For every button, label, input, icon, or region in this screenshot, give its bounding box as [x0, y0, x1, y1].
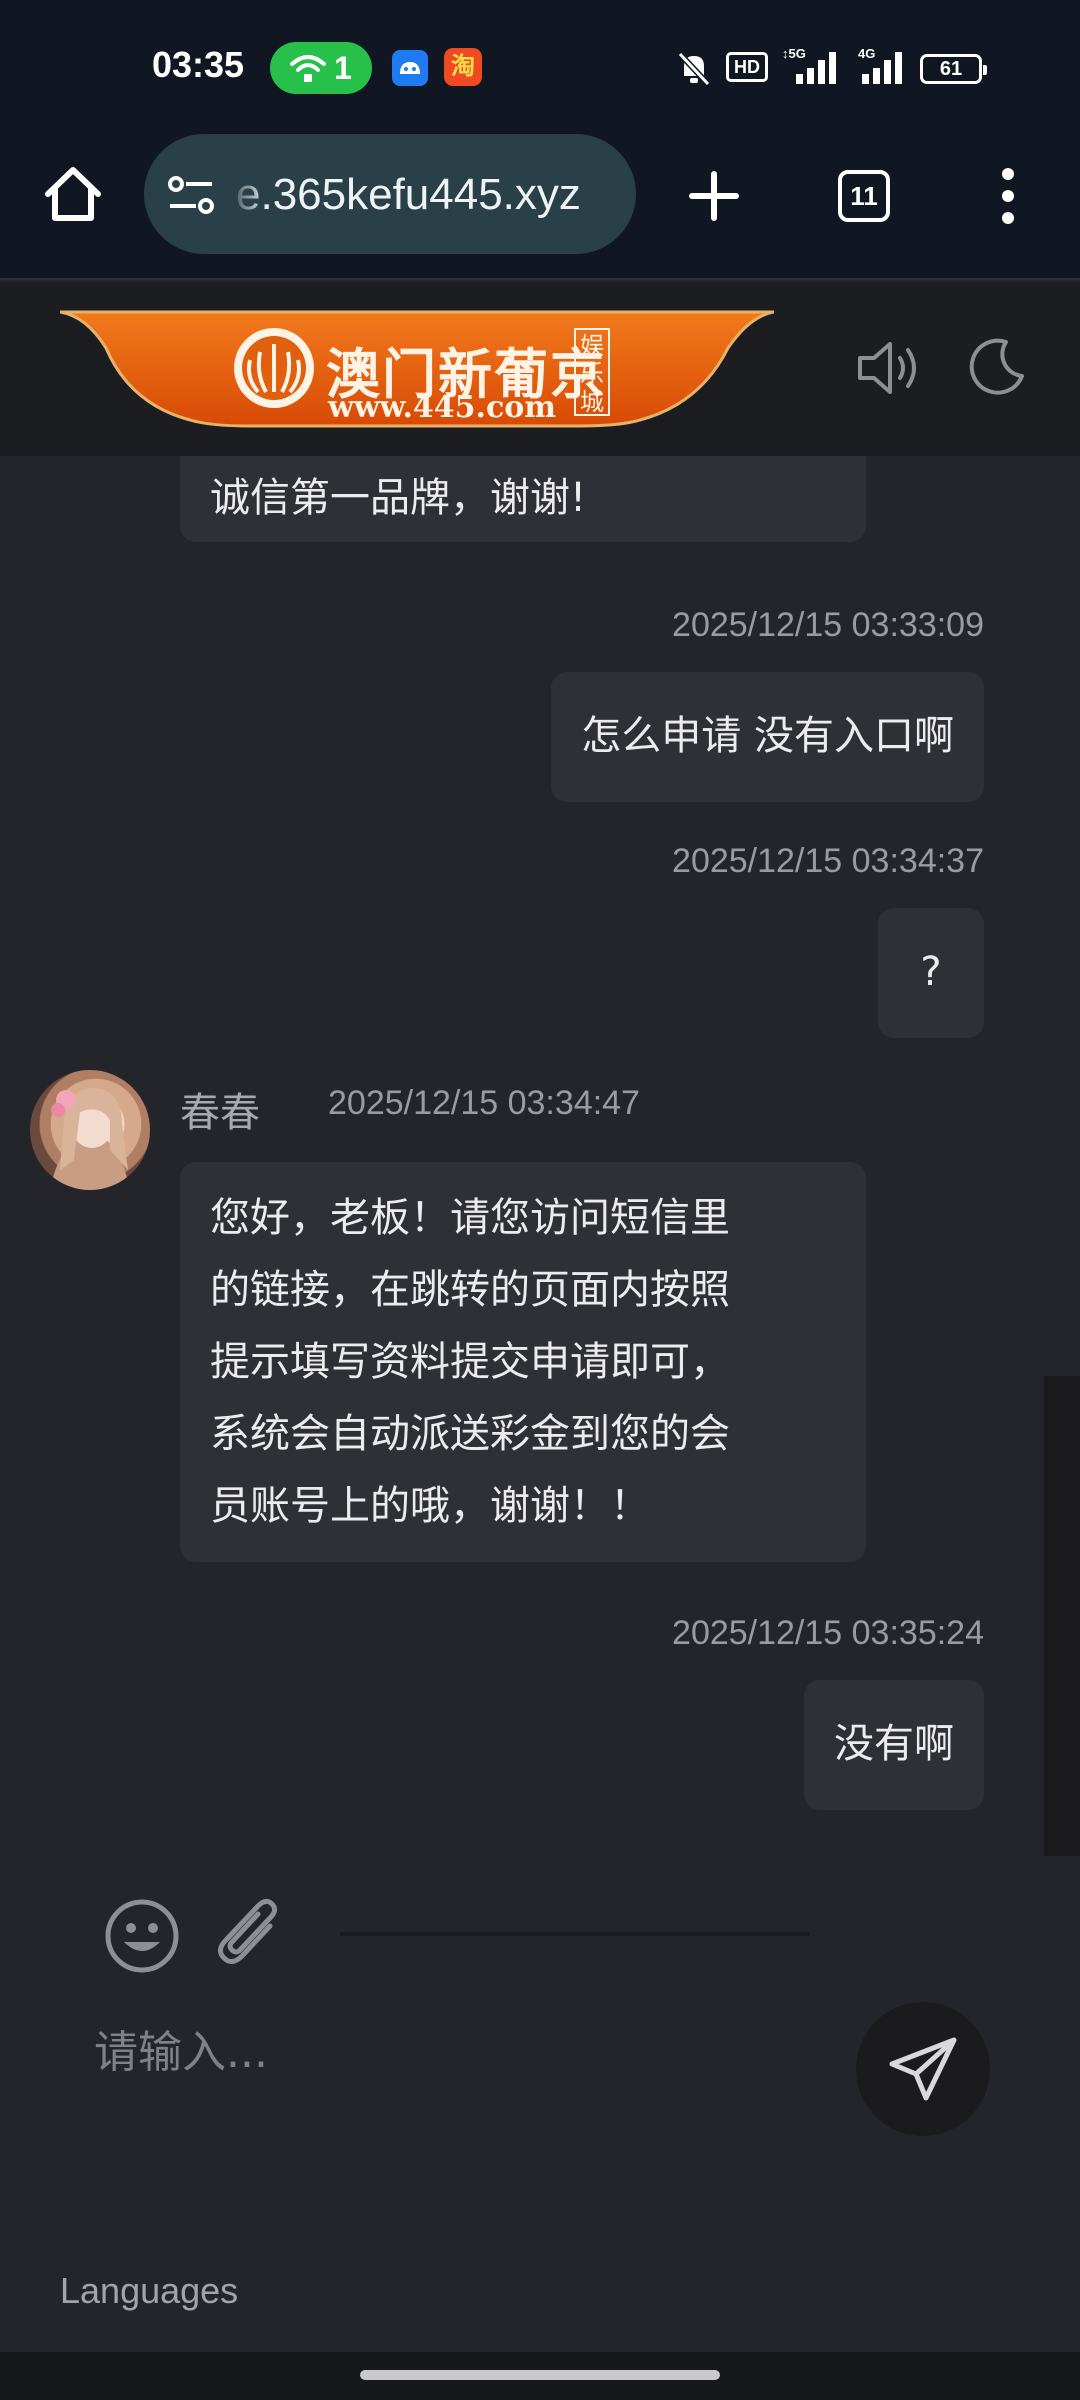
message-bubble-user: 没有啊	[804, 1680, 984, 1810]
message-line: 您好，老板！请您访问短信里	[210, 1195, 730, 1241]
bell-off-icon	[677, 51, 711, 87]
tab-switcher-button[interactable]: 11	[838, 170, 890, 222]
status-time: 03:35	[152, 44, 245, 85]
brand-logo: 澳门新葡京 www.445.com 娱乐城	[60, 308, 774, 428]
site-header: 澳门新葡京 www.445.com 娱乐城	[0, 282, 1080, 456]
home-gesture-handle[interactable]	[360, 2370, 720, 2380]
hotspot-count: 1	[334, 50, 352, 86]
scrollbar-thumb[interactable]	[1044, 1376, 1080, 1856]
message-bubble-user: ?	[878, 908, 984, 1038]
languages-link[interactable]: Languages	[60, 2270, 238, 2312]
logo-badge: 娱乐城	[574, 328, 610, 416]
composer-divider	[340, 1932, 810, 1936]
hd-voice-icon: HD	[726, 52, 768, 82]
signal-4g-icon: 4G	[858, 46, 902, 84]
message-text: 诚信第一品牌，谢谢!	[210, 475, 587, 521]
browser-toolbar: e.365kefu445.xyz 11	[0, 132, 1080, 280]
logo-domain: www.445.com	[328, 390, 556, 425]
message-bubble-agent: 您好，老板！请您访问短信里 的链接，在跳转的页面内按照 提示填写资料提交申请即可…	[180, 1162, 866, 1562]
hotspot-icon	[290, 55, 326, 82]
taobao-app-icon: 淘	[444, 48, 482, 86]
send-icon	[889, 2037, 957, 2101]
url-text[interactable]: e.365kefu445.xyz	[236, 170, 581, 220]
plus-icon[interactable]	[684, 166, 744, 226]
android-app-icon	[392, 50, 428, 86]
message-timestamp: 2025/12/15 03:34:37	[672, 842, 984, 880]
message-composer: Languages	[0, 1856, 1080, 2352]
message-text: ?	[920, 949, 942, 995]
chat-history[interactable]: 诚信第一品牌，谢谢! 2025/12/15 03:33:09 怎么申请 没有入口…	[0, 456, 1080, 1856]
message-line: 提示填写资料提交申请即可，	[210, 1339, 730, 1385]
message-input[interactable]	[92, 2012, 812, 2092]
home-icon[interactable]	[40, 162, 106, 228]
message-line: 员账号上的哦，谢谢！！	[210, 1483, 650, 1529]
avatar[interactable]	[30, 1070, 150, 1190]
more-vert-icon[interactable]	[998, 166, 1018, 226]
send-button[interactable]	[856, 2002, 990, 2136]
message-line: 的链接，在跳转的页面内按照	[210, 1267, 730, 1313]
address-bar[interactable]: e.365kefu445.xyz	[144, 134, 636, 254]
message-timestamp: 2025/12/15 03:34:47	[328, 1084, 640, 1122]
svg-text:↕5G: ↕5G	[782, 46, 806, 61]
status-bar: 03:35 1 淘 HD ↕5G 4G 61	[0, 0, 1080, 132]
message-line: 系统会自动派送彩金到您的会	[210, 1411, 730, 1457]
message-text: 怎么申请 没有入口啊	[581, 713, 954, 759]
hotspot-indicator: 1	[270, 42, 372, 94]
message-timestamp: 2025/12/15 03:35:24	[672, 1614, 984, 1652]
signal-5g-icon: ↕5G	[782, 46, 836, 84]
message-text: 没有啊	[834, 1721, 954, 1767]
agent-name: 春春	[180, 1090, 260, 1136]
tune-icon[interactable]	[168, 174, 214, 216]
gesture-nav-bar	[0, 2352, 1080, 2400]
url-fade	[228, 134, 268, 254]
paperclip-icon[interactable]	[214, 1896, 284, 1974]
moon-icon[interactable]	[966, 336, 1028, 398]
emoji-icon[interactable]	[104, 1898, 180, 1974]
svg-text:4G: 4G	[858, 46, 875, 61]
battery-icon: 61	[920, 54, 987, 84]
message-bubble-user: 怎么申请 没有入口啊	[551, 672, 984, 802]
volume-icon[interactable]	[856, 338, 922, 398]
message-bubble-agent: 诚信第一品牌，谢谢!	[180, 456, 866, 542]
message-timestamp: 2025/12/15 03:33:09	[672, 606, 984, 644]
